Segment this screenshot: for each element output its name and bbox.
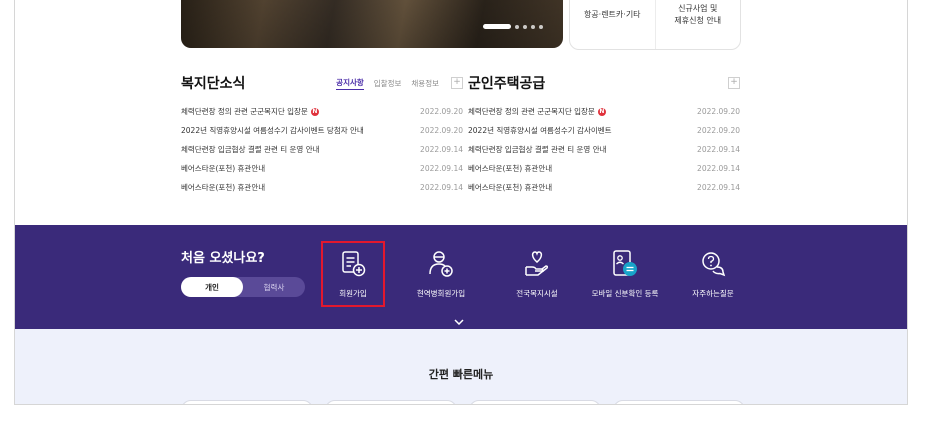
news-item-title: 베어스타운(포천) 휴관안내 (181, 164, 266, 173)
news-item-date: 2022.09.20 (420, 126, 463, 135)
new-badge: N (597, 107, 606, 116)
housing-list: 체력단련장 정의 관련 군군복지단 입장문 N 2022.09.20 2022년… (468, 102, 740, 197)
news-item-date: 2022.09.14 (420, 183, 463, 192)
quick-link-airline-rental[interactable]: 항공·렌트카·기타 (570, 0, 655, 49)
highlight-box (321, 241, 385, 307)
quick-menu-item[interactable] (613, 400, 745, 404)
welfare-more-button[interactable]: + (451, 77, 463, 89)
quick-menu-item[interactable] (325, 400, 457, 404)
quick-menu-section: 간편 빠른메뉴 (15, 329, 907, 404)
service-label: 모바일 신분확인 등록 (591, 289, 659, 298)
banner-carousel[interactable] (181, 0, 563, 48)
news-item-date: 2022.09.14 (420, 164, 463, 173)
news-item-title: 체력단련장 입금협상 결렬 관련 티 운영 안내 (468, 145, 607, 154)
news-item-title: 베어스타운(포천) 휴관안내 (468, 183, 553, 192)
quick-link-card: 항공·렌트카·기타 신규사업 및 제휴신청 안내 (569, 0, 741, 50)
list-item[interactable]: 베어스타운(포천) 휴관안내 2022.09.14 (181, 159, 463, 178)
quick-menu-item[interactable] (469, 400, 601, 404)
news-item-date: 2022.09.14 (697, 183, 740, 192)
quick-link-new-business[interactable]: 신규사업 및 제휴신청 안내 (654, 0, 741, 49)
news-item-date: 2022.09.20 (420, 107, 463, 116)
housing-title: 군인주택공급 (468, 76, 546, 92)
news-item-title: 2022년 직영휴양시설 여름성수기 감사이벤트 (468, 126, 612, 135)
quick-menu-item[interactable] (181, 400, 313, 404)
list-item[interactable]: 체력단련장 입금협상 결렬 관련 티 운영 안내 2022.09.14 (468, 140, 740, 159)
chevron-down-icon (454, 319, 464, 325)
news-item-title: 베어스타운(포천) 휴관안내 (468, 164, 553, 173)
news-item-title: 체력단련장 정의 관련 군군복지단 입장문 (468, 107, 595, 116)
housing-section: 군인주택공급 + 체력단련장 정의 관련 군군복지단 입장문 N 2022.09… (468, 74, 740, 197)
tab-recruit[interactable]: 채용정보 (411, 78, 439, 89)
user-plus-icon (429, 251, 453, 277)
first-visit-title: 처음 오셨나요? (181, 251, 265, 266)
carousel-dot-active[interactable] (483, 24, 511, 29)
new-badge: N (310, 107, 319, 116)
quick-menu-title: 간편 빠른메뉴 (428, 368, 494, 381)
service-label: 자주하는질문 (692, 289, 734, 298)
list-item[interactable]: 베어스타운(포천) 휴관안내 2022.09.14 (468, 159, 740, 178)
toggle-partner[interactable]: 협력사 (243, 277, 305, 297)
tab-notices[interactable]: 공지사항 (336, 77, 364, 90)
welfare-news-section: 복지단소식 공지사항 입찰정보 채용정보 + 체력단련장 정의 관련 군군복지단… (181, 74, 463, 197)
news-item-title: 2022년 직영휴양시설 여름성수기 감사이벤트 당첨자 안내 (181, 126, 364, 135)
news-item-date: 2022.09.20 (697, 107, 740, 116)
list-item[interactable]: 체력단련장 입금협상 결렬 관련 티 운영 안내 2022.09.14 (181, 140, 463, 159)
housing-more-button[interactable]: + (728, 77, 740, 89)
member-type-toggle: 개인 협력사 (181, 277, 305, 297)
service-label: 현역병회원가입 (416, 289, 466, 298)
carousel-dot[interactable] (515, 24, 519, 29)
carousel-dot[interactable] (531, 24, 535, 29)
first-visit-band: 처음 오셨나요? 개인 협력사 회원가입 현역병회원가입 전국복지시설 모바일 … (15, 225, 907, 331)
mobile-id-icon (613, 250, 637, 276)
question-chat-icon (702, 252, 726, 277)
list-item[interactable]: 체력단련장 정의 관련 군군복지단 입장문 N 2022.09.20 (181, 102, 463, 121)
news-item-title: 체력단련장 입금협상 결렬 관련 티 운영 안내 (181, 145, 320, 154)
list-item[interactable]: 2022년 직영휴양시설 여름성수기 감사이벤트 당첨자 안내 2022.09.… (181, 121, 463, 140)
list-item[interactable]: 2022년 직영휴양시설 여름성수기 감사이벤트 2022.09.20 (468, 121, 740, 140)
page-frame: 항공·렌트카·기타 신규사업 및 제휴신청 안내 복지단소식 공지사항 입찰정보… (14, 0, 908, 405)
news-item-title: 체력단련장 정의 관련 군군복지단 입장문 (181, 107, 308, 116)
news-item-date: 2022.09.20 (697, 126, 740, 135)
tab-bids[interactable]: 입찰정보 (374, 78, 402, 89)
carousel-dot[interactable] (539, 24, 543, 29)
list-item[interactable]: 체력단련장 정의 관련 군군복지단 입장문 N 2022.09.20 (468, 102, 740, 121)
news-item-date: 2022.09.14 (697, 164, 740, 173)
welfare-news-tabs: 공지사항 입찰정보 채용정보 + (336, 77, 463, 90)
news-item-date: 2022.09.14 (697, 145, 740, 154)
heart-hand-icon (525, 251, 549, 276)
welfare-news-title: 복지단소식 (181, 76, 246, 92)
list-item[interactable]: 베어스타운(포천) 휴관안내 2022.09.14 (468, 178, 740, 197)
carousel-dot[interactable] (523, 24, 527, 29)
list-item[interactable]: 베어스타운(포천) 휴관안내 2022.09.14 (181, 178, 463, 197)
service-label: 전국복지시설 (516, 289, 558, 298)
news-item-title: 베어스타운(포천) 휴관안내 (181, 183, 266, 192)
toggle-individual[interactable]: 개인 (181, 277, 243, 297)
news-item-date: 2022.09.14 (420, 145, 463, 154)
carousel-indicators (483, 24, 543, 29)
welfare-news-list: 체력단련장 정의 관련 군군복지단 입장문 N 2022.09.20 2022년… (181, 102, 463, 197)
